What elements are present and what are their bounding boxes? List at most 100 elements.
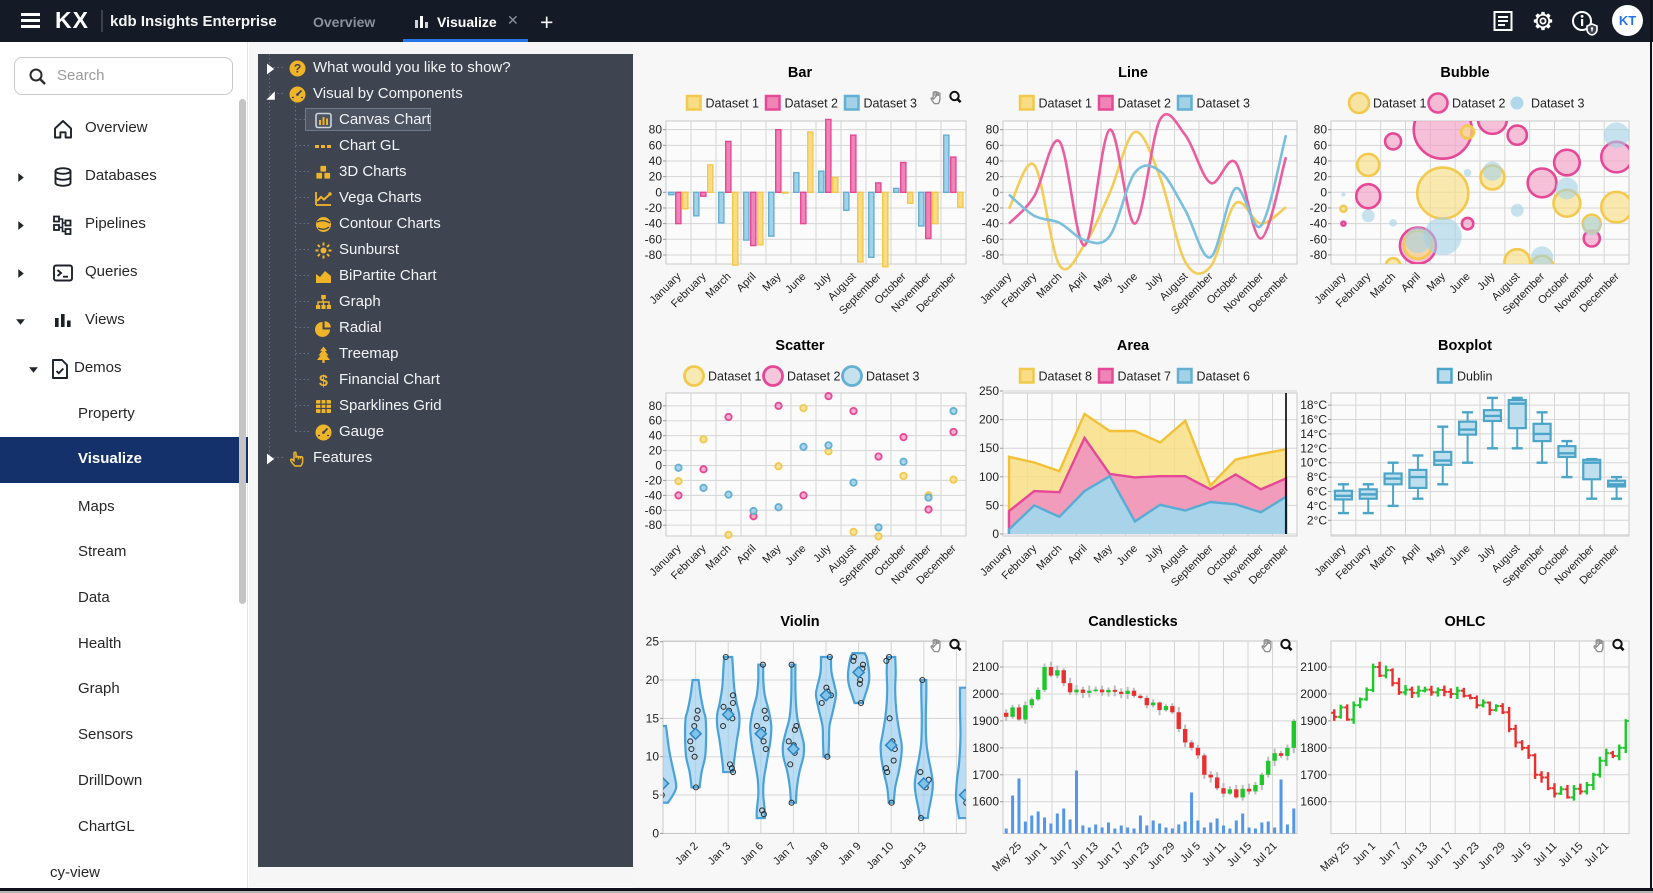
svg-text:May: May — [760, 542, 784, 566]
svg-text:Jan 7: Jan 7 — [771, 840, 799, 868]
svg-text:April: April — [1399, 543, 1423, 567]
svg-text:Jul 15: Jul 15 — [1225, 840, 1254, 869]
svg-text:Dataset 6: Dataset 6 — [1197, 370, 1251, 384]
svg-text:-20: -20 — [1310, 201, 1328, 215]
svg-text:March: March — [704, 271, 734, 301]
svg-text:Dataset 2: Dataset 2 — [785, 97, 839, 111]
svg-text:Jul 15: Jul 15 — [1556, 840, 1585, 869]
svg-text:Dataset 3: Dataset 3 — [1531, 97, 1585, 111]
svg-text:March: March — [1368, 543, 1398, 573]
svg-text:-60: -60 — [645, 232, 663, 246]
svg-text:Jan 6: Jan 6 — [738, 840, 766, 868]
svg-text:4°C: 4°C — [1307, 499, 1327, 513]
svg-text:20: 20 — [1314, 170, 1328, 184]
svg-text:-60: -60 — [645, 503, 663, 517]
svg-text:Dataset 8: Dataset 8 — [1039, 370, 1093, 384]
svg-text:Dataset 2: Dataset 2 — [1118, 97, 1172, 111]
svg-text:12°C: 12°C — [1300, 441, 1327, 455]
svg-text:16°C: 16°C — [1300, 413, 1327, 427]
svg-text:April: April — [735, 271, 759, 295]
svg-text:2000: 2000 — [972, 687, 999, 701]
svg-text:2100: 2100 — [1300, 660, 1327, 674]
svg-text:Jun 1: Jun 1 — [1351, 840, 1379, 868]
svg-text:Jul 21: Jul 21 — [1582, 840, 1611, 869]
svg-text:6°C: 6°C — [1307, 485, 1327, 499]
svg-text:-80: -80 — [982, 248, 1000, 262]
svg-text:Boxplot: Boxplot — [1438, 338, 1492, 354]
svg-text:Jan 13: Jan 13 — [897, 840, 929, 872]
svg-text:8°C: 8°C — [1307, 470, 1327, 484]
svg-text:Jun 17: Jun 17 — [1424, 840, 1456, 872]
svg-text:Jun 13: Jun 13 — [1398, 840, 1430, 872]
svg-text:April: April — [735, 543, 759, 567]
svg-text:Line: Line — [1118, 65, 1148, 81]
svg-text:1700: 1700 — [972, 768, 999, 782]
svg-text:1900: 1900 — [1300, 714, 1327, 728]
svg-text:Jan 2: Jan 2 — [673, 840, 701, 868]
svg-text:Jul 11: Jul 11 — [1200, 840, 1229, 869]
svg-text:May: May — [1425, 542, 1449, 566]
svg-text:2100: 2100 — [972, 660, 999, 674]
svg-text:0: 0 — [992, 527, 999, 541]
svg-text:Jun 1: Jun 1 — [1022, 840, 1050, 868]
svg-text:June: June — [783, 271, 808, 296]
svg-text:2000: 2000 — [1300, 687, 1327, 701]
svg-text:40: 40 — [986, 154, 1000, 168]
svg-text:2°C: 2°C — [1307, 513, 1327, 527]
svg-text:May 25: May 25 — [990, 840, 1024, 874]
svg-text:1600: 1600 — [972, 795, 999, 809]
svg-text:Dataset 3: Dataset 3 — [864, 97, 918, 111]
svg-text:Bubble: Bubble — [1440, 65, 1489, 81]
svg-text:60: 60 — [649, 414, 663, 428]
svg-text:80: 80 — [649, 399, 663, 413]
svg-text:-20: -20 — [645, 473, 663, 487]
svg-text:Jul 21: Jul 21 — [1251, 840, 1280, 869]
svg-text:Jul 5: Jul 5 — [1509, 840, 1534, 865]
svg-text:0: 0 — [655, 459, 662, 473]
svg-text:0: 0 — [992, 185, 999, 199]
svg-text:Jan 3: Jan 3 — [706, 840, 734, 868]
svg-text:?: ? — [294, 62, 301, 76]
svg-text:$: $ — [319, 373, 328, 389]
svg-text:150: 150 — [979, 441, 999, 455]
svg-text:-40: -40 — [982, 217, 1000, 231]
svg-text:40: 40 — [1314, 154, 1328, 168]
svg-text:1700: 1700 — [1300, 768, 1327, 782]
svg-text:Jan 10: Jan 10 — [864, 840, 896, 872]
svg-text:60: 60 — [1314, 138, 1328, 152]
svg-text:-40: -40 — [1310, 217, 1328, 231]
svg-text:50: 50 — [986, 498, 1000, 512]
svg-text:June: June — [1447, 271, 1472, 296]
svg-text:Dataset 1: Dataset 1 — [708, 370, 762, 384]
svg-text:June: June — [1115, 271, 1140, 296]
svg-text:June: June — [1115, 543, 1140, 568]
svg-text:14°C: 14°C — [1300, 427, 1327, 441]
svg-text:20: 20 — [986, 170, 1000, 184]
svg-text:60: 60 — [649, 138, 663, 152]
svg-text:Candlesticks: Candlesticks — [1088, 614, 1177, 630]
svg-text:60: 60 — [986, 138, 1000, 152]
svg-text:-80: -80 — [645, 518, 663, 532]
svg-text:Dataset 3: Dataset 3 — [866, 370, 920, 384]
svg-text:20: 20 — [649, 444, 663, 458]
svg-text:-40: -40 — [645, 488, 663, 502]
svg-text:May: May — [1425, 270, 1449, 294]
svg-text:-20: -20 — [645, 201, 663, 215]
svg-text:25: 25 — [646, 635, 660, 649]
svg-text:Jun 29: Jun 29 — [1476, 840, 1508, 872]
svg-text:-60: -60 — [982, 232, 1000, 246]
svg-text:April: April — [1399, 271, 1423, 295]
svg-text:Scatter: Scatter — [775, 338, 825, 354]
svg-text:80: 80 — [649, 123, 663, 137]
svg-text:5: 5 — [652, 788, 659, 802]
svg-text:80: 80 — [1314, 123, 1328, 137]
svg-text:March: March — [1368, 271, 1398, 301]
svg-text:0: 0 — [1320, 185, 1327, 199]
svg-text:April: April — [1066, 271, 1090, 295]
svg-text:1800: 1800 — [1300, 741, 1327, 755]
svg-text:0: 0 — [652, 826, 659, 840]
svg-text:May: May — [1092, 542, 1116, 566]
svg-text:15: 15 — [646, 711, 660, 725]
svg-text:Dataset 2: Dataset 2 — [787, 370, 841, 384]
svg-text:Jun 23: Jun 23 — [1120, 840, 1152, 872]
